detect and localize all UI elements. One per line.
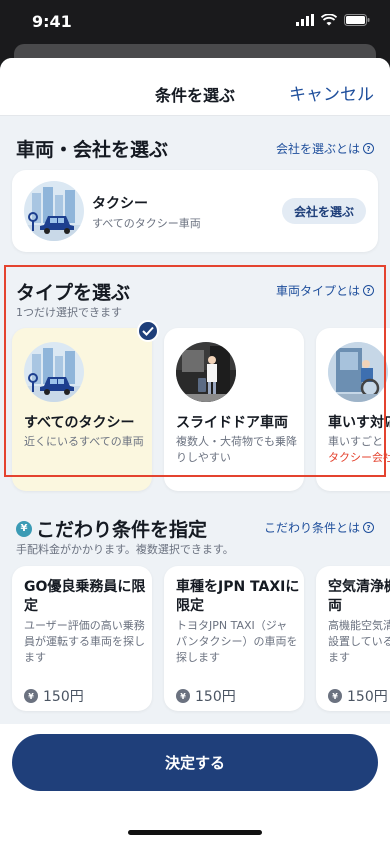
pref-card-price: ¥ 150円 — [328, 686, 388, 706]
pref-help-link[interactable]: こだわり条件とは ? — [264, 519, 374, 536]
cancel-button[interactable]: キャンセル — [289, 80, 374, 105]
choose-company-button[interactable]: 会社を選ぶ — [281, 198, 366, 224]
taxi-thumbnail — [24, 181, 84, 241]
company-help-link[interactable]: 会社を選ぶとは ? — [276, 140, 374, 157]
pref-card-title: 車種をJPN TAXIに限定 — [176, 579, 300, 614]
status-bar: 9:41 — [0, 0, 390, 44]
battery-icon — [344, 14, 370, 26]
home-indicator — [128, 830, 262, 835]
pref-section-title: こだわり条件を指定 — [36, 519, 208, 541]
pref-card-title: GO優良乗務員に限定 — [24, 579, 146, 614]
nav-bar: 条件を選ぶ キャンセル — [0, 58, 390, 116]
status-time: 9:41 — [32, 12, 72, 31]
company-card[interactable]: タクシー すべてのタクシー車両 会社を選ぶ — [12, 170, 378, 252]
phone-screen: 9:41 条件を選ぶ キャンセル 車両・会社を選ぶ 会社を選ぶとは ? タクシー… — [0, 0, 390, 844]
company-name: タクシー — [92, 196, 148, 212]
yen-icon: ¥ — [176, 689, 190, 703]
type-section-highlight — [4, 265, 386, 477]
yen-icon: ¥ — [328, 689, 342, 703]
wifi-icon — [321, 14, 337, 26]
signal-icon — [296, 14, 314, 26]
company-desc: すべてのタクシー車両 — [92, 217, 201, 230]
pref-help-label: こだわり条件とは — [263, 521, 360, 535]
pref-section-heading: ¥ こだわり条件を指定 — [16, 515, 207, 542]
question-icon: ? — [363, 522, 374, 533]
pref-card-price-value: 150円 — [347, 689, 388, 705]
pref-card-premium-driver[interactable]: GO優良乗務員に限定 ユーザー評価の高い乗務員が運転する車両を探します ¥ 15… — [12, 566, 152, 711]
pref-section-subtitle: 手配料金がかかります。複数選択できます。 — [16, 543, 234, 556]
confirm-button[interactable]: 決定する — [12, 734, 378, 791]
company-help-label: 会社を選ぶとは — [275, 142, 360, 156]
footer: 決定する — [0, 724, 390, 844]
pref-card-desc: ユーザー評価の高い乗務員が運転する車両を探します — [24, 619, 145, 664]
question-icon: ? — [363, 143, 374, 154]
status-icons — [296, 14, 370, 26]
pref-card-desc: トヨタJPN TAXI（ジャパンタクシー）の車両を探します — [176, 619, 298, 664]
pref-card-jpn-taxi[interactable]: 車種をJPN TAXIに限定 トヨタJPN TAXI（ジャパンタクシー）の車両を… — [164, 566, 304, 711]
company-section-title: 車両・会社を選ぶ — [16, 139, 169, 161]
pref-card-price-value: 150円 — [195, 689, 236, 705]
yen-icon: ¥ — [24, 689, 38, 703]
pref-card-desc: 高機能空気清浄機などを設置している車両を探します — [328, 619, 390, 664]
pref-card-title: 空気清浄機搭載車両 — [328, 579, 390, 614]
yen-icon: ¥ — [16, 520, 32, 537]
pref-card-price-value: 150円 — [43, 689, 84, 705]
pref-card-price: ¥ 150円 — [24, 686, 84, 706]
pref-card-air-purifier[interactable]: 空気清浄機搭載車両 高機能空気清浄機などを設置している車両を探します ¥ 150… — [316, 566, 390, 711]
taxi-city-icon — [24, 187, 84, 241]
pref-card-price: ¥ 150円 — [176, 686, 236, 706]
